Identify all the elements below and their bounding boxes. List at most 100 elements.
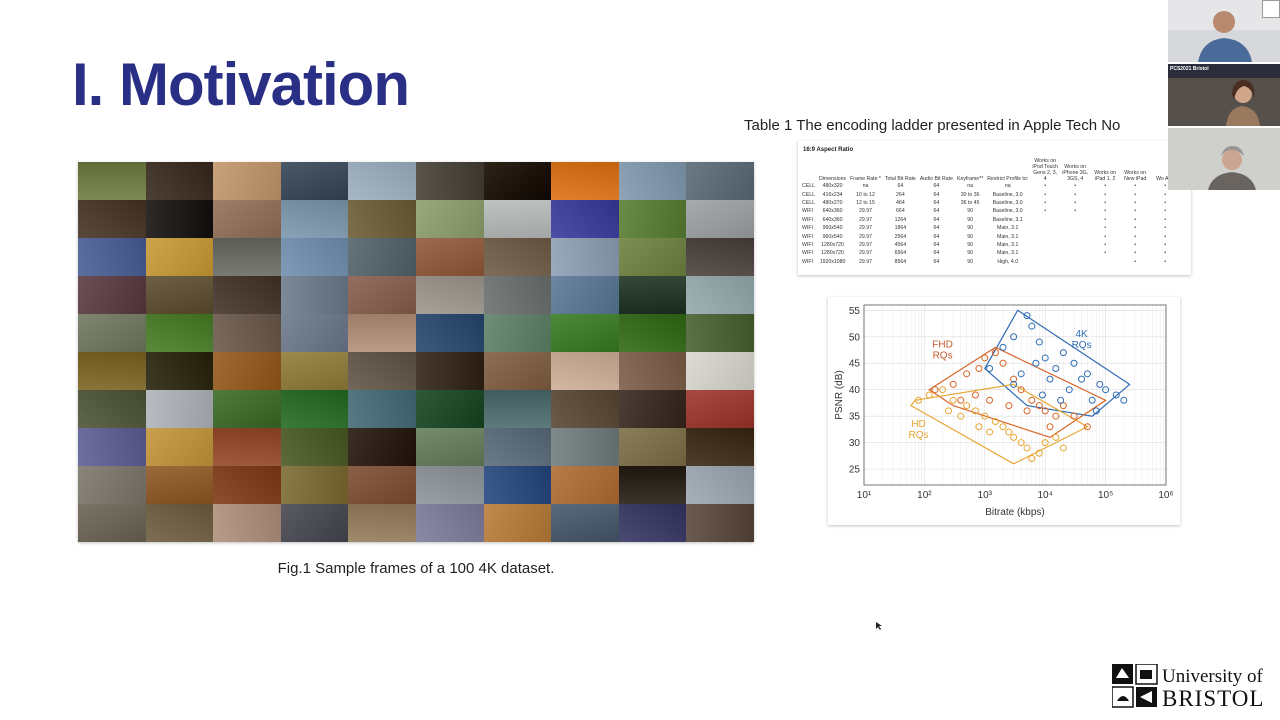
sample-frame-thumbnail	[618, 466, 687, 504]
sample-frame-thumbnail	[78, 352, 146, 390]
participant-video-3[interactable]	[1168, 128, 1280, 190]
table-cell: •	[1074, 208, 1077, 215]
table-row: WIFI 640x360 29.97 664 64 90 Baseline, 3.0 • • • •…	[800, 208, 1180, 216]
table-cell: 90	[967, 233, 973, 240]
table-cell: •	[1164, 233, 1167, 240]
sample-frame-thumbnail	[348, 466, 416, 504]
table-row: WIFI 1280x720 29.97 6564 64 90 Main, 3.1 • • •	[800, 250, 1180, 258]
table-cell: 29.97	[859, 208, 873, 215]
table-cell: 1280x720	[821, 241, 844, 248]
sample-frame-thumbnail	[348, 390, 416, 428]
data-point	[1046, 375, 1054, 383]
sample-frame-thumbnail	[145, 162, 214, 200]
sample-frame-thumbnail	[78, 238, 146, 276]
sample-frame-thumbnail	[280, 504, 349, 542]
data-point	[1052, 365, 1060, 373]
table-cell: •	[1134, 233, 1137, 240]
table-cell: 6564	[894, 250, 907, 257]
table-cell: •	[1104, 216, 1107, 223]
table-caption: Table 1 The encoding ladder presented in…	[744, 117, 1121, 134]
table-cell: WIFI	[802, 216, 813, 223]
data-point	[986, 365, 994, 373]
table-cell: 64	[933, 183, 940, 190]
data-point	[1005, 402, 1013, 410]
table-cell: CELL	[802, 199, 815, 206]
table-cell	[1090, 259, 1120, 267]
sample-frame-thumbnail	[213, 238, 281, 276]
table-cell: WIFI	[802, 241, 813, 248]
sample-frame-thumbnail	[213, 504, 281, 542]
sample-frame-thumbnail	[280, 276, 349, 314]
table-cell: 30 to 36	[960, 191, 980, 198]
table-cell: 64	[933, 233, 940, 240]
person-silhouette-icon	[1168, 64, 1280, 126]
table-cell	[1030, 242, 1060, 250]
participant-name-tag: PCS2021 Bristol	[1170, 66, 1209, 72]
table-cell: 64	[933, 216, 940, 223]
table-header-cell: Dimensions	[818, 176, 847, 183]
sample-frame-thumbnail	[551, 314, 619, 352]
data-point	[1057, 396, 1065, 404]
table-cell: •	[1044, 199, 1047, 206]
table-cell: Baseline, 3.0	[992, 191, 1023, 198]
table-header-cell: Frame Rate *	[850, 176, 881, 183]
data-point	[925, 391, 933, 399]
data-point	[986, 396, 994, 404]
table-cell: 29.97	[859, 233, 873, 240]
sample-frame-thumbnail	[280, 390, 349, 428]
sample-frame-thumbnail	[348, 238, 416, 276]
psnr-bitrate-plot: 25 30 35 40 45 50 55 10¹ 10² 10³ 10⁴ 10⁵ 10⁶ Bitrate …	[828, 297, 1180, 525]
sample-frame-thumbnail	[686, 238, 754, 276]
table-cell: •	[1134, 250, 1137, 257]
table-cell: Main, 3.1	[997, 233, 1019, 240]
table-cell: •	[1164, 225, 1167, 232]
sample-frame-thumbnail	[213, 466, 281, 504]
table-cell: •	[1134, 199, 1137, 206]
sample-frame-thumbnail	[618, 504, 687, 542]
sample-frame-thumbnail	[415, 504, 484, 542]
table-cell: •	[1164, 250, 1167, 257]
sample-frame-thumbnail	[483, 352, 552, 390]
table-cell: Main, 3.1	[997, 241, 1019, 248]
table-cell	[1060, 225, 1090, 233]
table-cell: •	[1074, 191, 1077, 198]
table-cell: 29.97	[859, 216, 873, 223]
table-cell: High, 4.0	[997, 258, 1019, 265]
sample-frame-thumbnail	[415, 466, 484, 504]
encoding-ladder-table: Dimensions Frame Rate * Total Bit Rate Audi…	[800, 155, 1180, 267]
encoding-ladder-table-image: 16:9 Aspect Ratio Dimensions Frame Rate *…	[798, 141, 1191, 275]
sample-frame-thumbnail	[415, 238, 484, 276]
table-header-cell: Works on iPad 1, 2	[1094, 170, 1117, 183]
sample-frame-thumbnail	[348, 504, 416, 542]
table-cell	[1060, 250, 1090, 258]
table-cell: CELL	[802, 183, 815, 190]
series-label: RQs	[909, 430, 929, 441]
table-cell: Baseline, 3.0	[992, 208, 1023, 215]
sample-frame-thumbnail	[145, 276, 214, 314]
sample-frame-thumbnail	[78, 314, 146, 352]
window-corner-icon[interactable]	[1262, 0, 1280, 18]
sample-frame-thumbnail	[145, 428, 214, 466]
table-header-cell: Restrict Profile to:	[987, 176, 1029, 183]
table-cell: •	[1044, 191, 1047, 198]
table-cell: •	[1104, 233, 1107, 240]
sample-frame-thumbnail	[213, 314, 281, 352]
sample-frame-thumbnail	[280, 238, 349, 276]
sample-frame-thumbnail	[213, 352, 281, 390]
data-point	[944, 407, 952, 415]
participant-video-2[interactable]: PCS2021 Bristol	[1168, 64, 1280, 126]
table-row: WIFI 960x540 29.97 2564 64 90 Main, 3.1 • • •	[800, 233, 1180, 241]
sample-frame-thumbnail	[145, 200, 214, 238]
table-cell: •	[1134, 208, 1137, 215]
table-row: WIFI 960x540 29.97 1864 64 90 Main, 3.1 • • •	[800, 225, 1180, 233]
table-cell: WIFI	[802, 233, 813, 240]
table-cell: •	[1104, 208, 1107, 215]
table-cell: 64	[933, 258, 940, 265]
y-tick-label: 30	[849, 438, 861, 449]
sample-frame-thumbnail	[415, 314, 484, 352]
sample-frame-thumbnail	[618, 162, 687, 200]
x-tick-label: 10³	[978, 490, 993, 501]
table-cell: WIFI	[802, 225, 813, 232]
table-cell: 64	[933, 191, 940, 198]
table-row: WIFI 1280x720 29.97 4564 64 90 Main, 3.1 • • •	[800, 242, 1180, 250]
